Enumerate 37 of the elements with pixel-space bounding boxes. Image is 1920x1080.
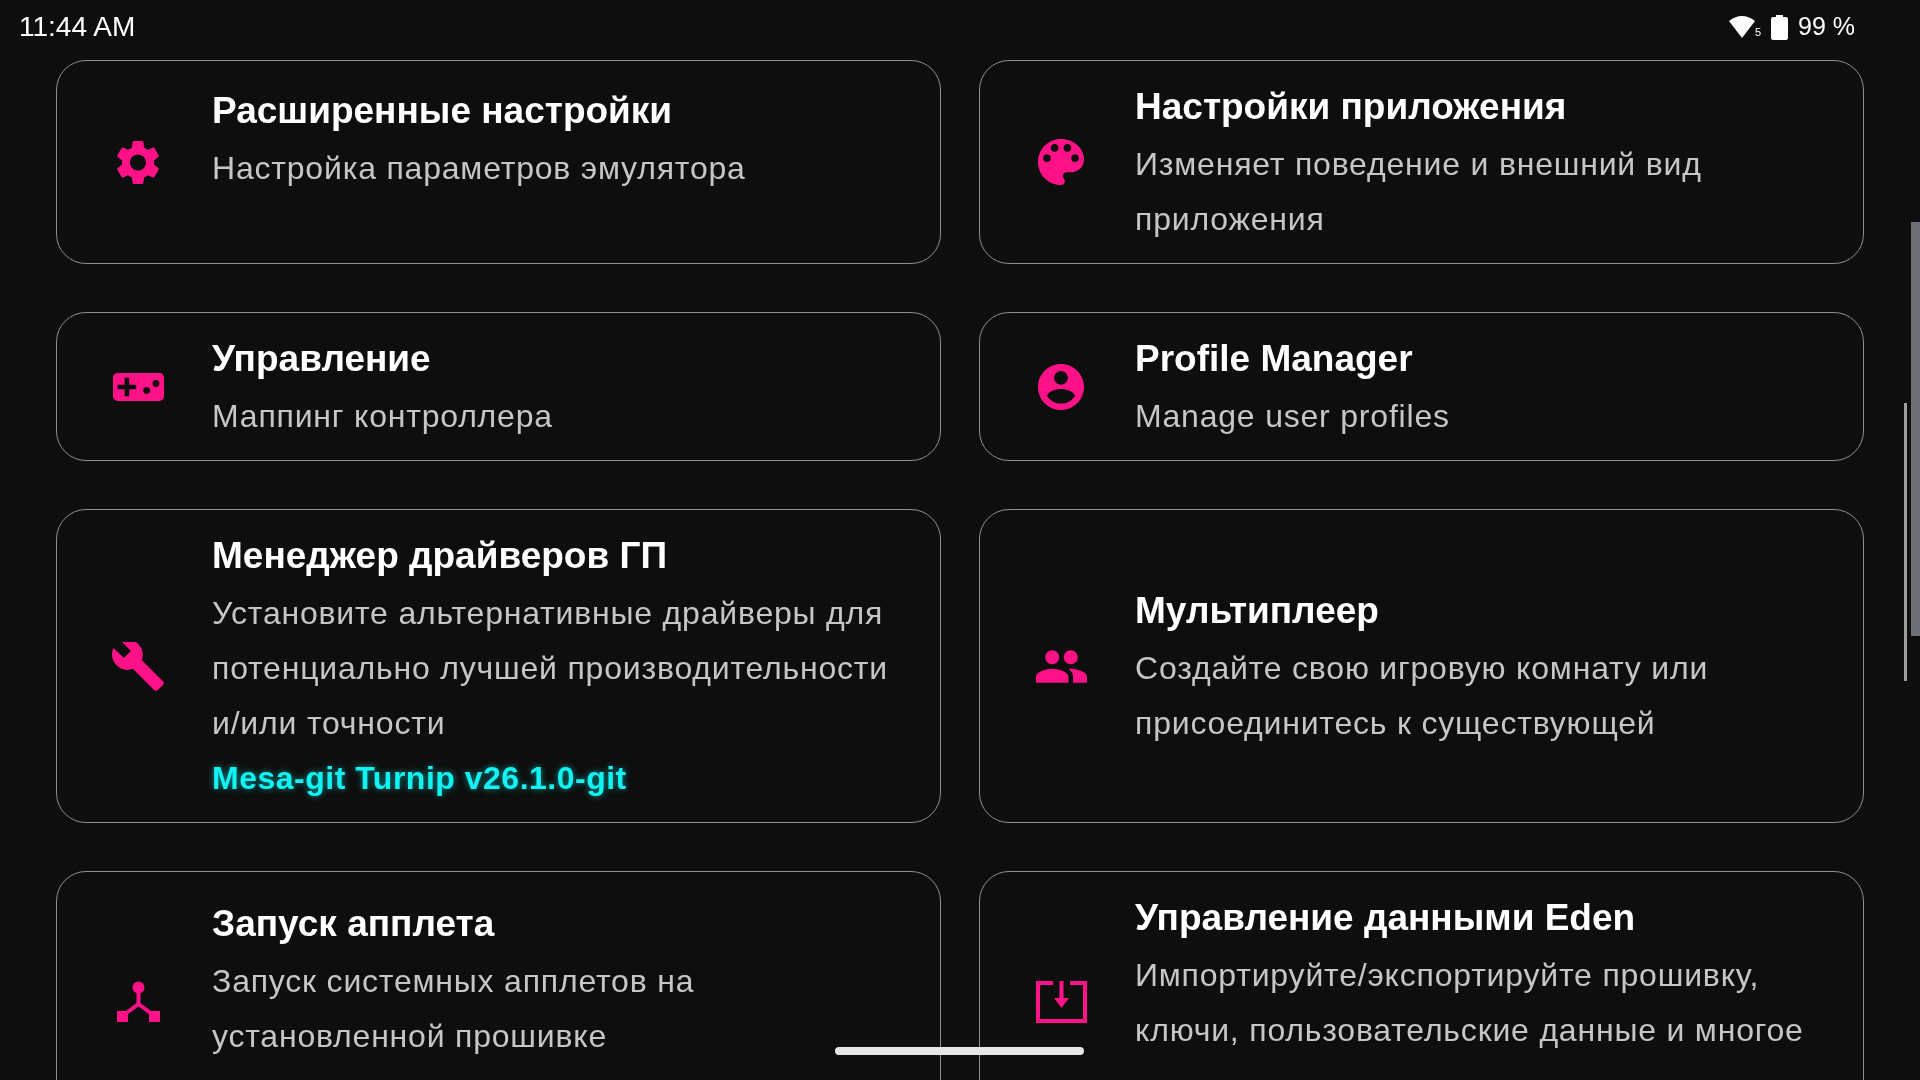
wrench-icon bbox=[112, 641, 164, 691]
battery-icon bbox=[1771, 14, 1788, 40]
driver-version: Mesa-git Turnip v26.1.0-git bbox=[212, 759, 627, 798]
battery-percent: 99 % bbox=[1798, 11, 1855, 43]
branch-icon bbox=[116, 981, 160, 1022]
gamepad-icon bbox=[112, 372, 164, 401]
wifi-band-label: 5 bbox=[1754, 26, 1761, 38]
card-description: Импортируйте/экспортируйте прошивку, ключи, пользовательские данные и многое bbox=[1135, 957, 1804, 1048]
card-description: Установите альтернативные драйверы для потенциально лучшей производительности и/или точности bbox=[212, 595, 888, 741]
menu-card[interactable]: Управление данными Eden Импортируйте/экспортируйте прошивку, ключи, пользовательские данные и многое bbox=[979, 871, 1864, 1080]
card-description: Настройка параметров эмулятора bbox=[212, 150, 746, 186]
card-title: Мультиплеер bbox=[1135, 589, 1379, 633]
menu-card[interactable]: Управление Маппинг контроллера bbox=[56, 312, 941, 461]
card-title: Управление bbox=[212, 337, 431, 381]
palette-icon bbox=[1038, 139, 1084, 185]
settings-icon bbox=[117, 139, 159, 185]
menu-card[interactable]: Запуск апплета Запуск системных апплетов на установленной прошивке bbox=[56, 871, 941, 1080]
card-description: Маппинг контроллера bbox=[212, 398, 553, 434]
card-title: Запуск апплета bbox=[212, 902, 495, 946]
status-time: 11:44 AM bbox=[19, 10, 136, 44]
card-description: Manage user profiles bbox=[1135, 398, 1450, 434]
card-title: Менеджер драйверов ГП bbox=[212, 534, 668, 578]
menu-card[interactable]: Менеджер драйверов ГП Установите альтернативные драйверы для потенциально лучшей производительности и/или точности Mesa-git Turnip v26.1.0-git bbox=[56, 509, 941, 823]
card-description: Запуск системных апплетов на установленной прошивке bbox=[212, 963, 695, 1054]
card-description: Изменяет поведение и внешний вид приложения bbox=[1135, 146, 1702, 237]
card-title: Управление данными Eden bbox=[1135, 896, 1636, 940]
card-title: Расширенные настройки bbox=[212, 89, 673, 133]
menu-card[interactable]: Мультиплеер Создайте свою игровую комнату или присоединитесь к существующей bbox=[979, 509, 1864, 823]
people-icon bbox=[1035, 649, 1087, 683]
card-title: Настройки приложения bbox=[1135, 85, 1567, 129]
card-description: Создайте свою игровую комнату или присоединитесь к существующей bbox=[1135, 650, 1709, 741]
menu-card[interactable]: Настройки приложения Изменяет поведение и внешний вид приложения bbox=[979, 60, 1864, 264]
menu-card[interactable]: Profile Manager Manage user profiles bbox=[979, 312, 1864, 461]
download-icon bbox=[1035, 980, 1087, 1023]
wifi-icon bbox=[1728, 16, 1755, 38]
card-title: Profile Manager bbox=[1135, 337, 1413, 381]
menu-card[interactable]: Расширенные настройки Настройка параметров эмулятора bbox=[56, 60, 941, 264]
